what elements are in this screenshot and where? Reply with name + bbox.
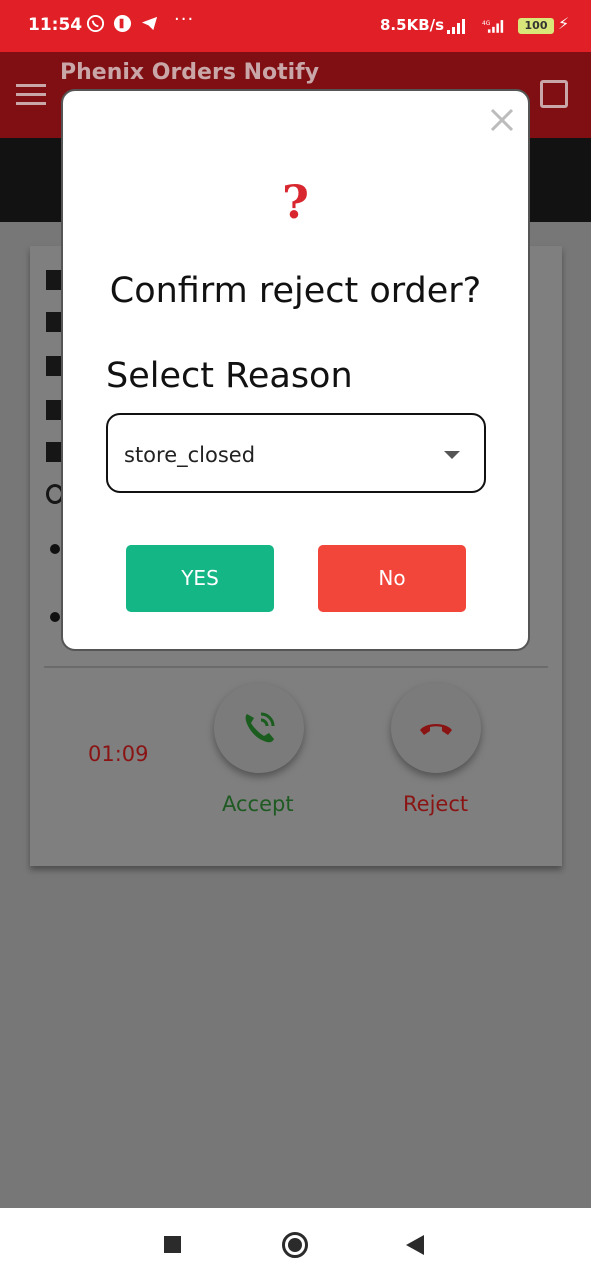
telegram-icon bbox=[140, 14, 159, 33]
status-bar: 11:54 ··· 8.5KB/s 4G 100 ⚡ bbox=[0, 0, 591, 52]
whatsapp-icon bbox=[86, 14, 105, 33]
app-title: Phenix Orders Notify bbox=[60, 60, 320, 85]
phone-accept-icon bbox=[245, 712, 275, 743]
list-bullet bbox=[50, 612, 60, 622]
app-icon bbox=[113, 14, 132, 33]
list-bullet bbox=[50, 544, 60, 554]
divider bbox=[44, 666, 548, 668]
calendar-icon[interactable] bbox=[540, 80, 568, 108]
accept-label: Accept bbox=[222, 792, 294, 816]
countdown-timer: 01:09 bbox=[88, 742, 149, 766]
reject-call-button[interactable] bbox=[391, 683, 481, 773]
menu-icon[interactable] bbox=[16, 84, 46, 106]
signal-4g-icon: 4G bbox=[482, 20, 504, 33]
more-notifications-icon: ··· bbox=[174, 9, 195, 30]
reason-select[interactable]: store_closed bbox=[106, 413, 486, 493]
network-speed: 8.5KB/s bbox=[380, 16, 445, 34]
reason-label: Select Reason bbox=[106, 356, 353, 396]
recents-icon[interactable] bbox=[164, 1236, 181, 1253]
question-icon: ? bbox=[282, 175, 309, 229]
battery-icon: 100 bbox=[518, 18, 554, 34]
system-nav-bar bbox=[0, 1208, 591, 1280]
home-icon[interactable] bbox=[282, 1232, 308, 1258]
close-icon[interactable] bbox=[487, 105, 517, 135]
no-button[interactable]: No bbox=[318, 545, 466, 612]
reject-order-dialog: ? Confirm reject order? Select Reason st… bbox=[61, 89, 530, 651]
yes-button[interactable]: YES bbox=[126, 545, 274, 612]
back-icon[interactable] bbox=[406, 1235, 424, 1255]
dialog-title: Confirm reject order? bbox=[109, 271, 482, 311]
status-time: 11:54 bbox=[28, 15, 83, 35]
dropdown-arrow-icon bbox=[444, 451, 460, 459]
tab-indicator bbox=[46, 168, 62, 208]
svg-text:4G: 4G bbox=[482, 21, 491, 27]
phone-reject-icon bbox=[420, 724, 452, 735]
accept-call-button[interactable] bbox=[214, 683, 304, 773]
signal-icon bbox=[447, 19, 465, 34]
reason-select-value: store_closed bbox=[124, 443, 256, 467]
charging-icon: ⚡ bbox=[558, 14, 570, 33]
reject-label: Reject bbox=[403, 792, 469, 816]
notification-icons bbox=[86, 14, 159, 33]
